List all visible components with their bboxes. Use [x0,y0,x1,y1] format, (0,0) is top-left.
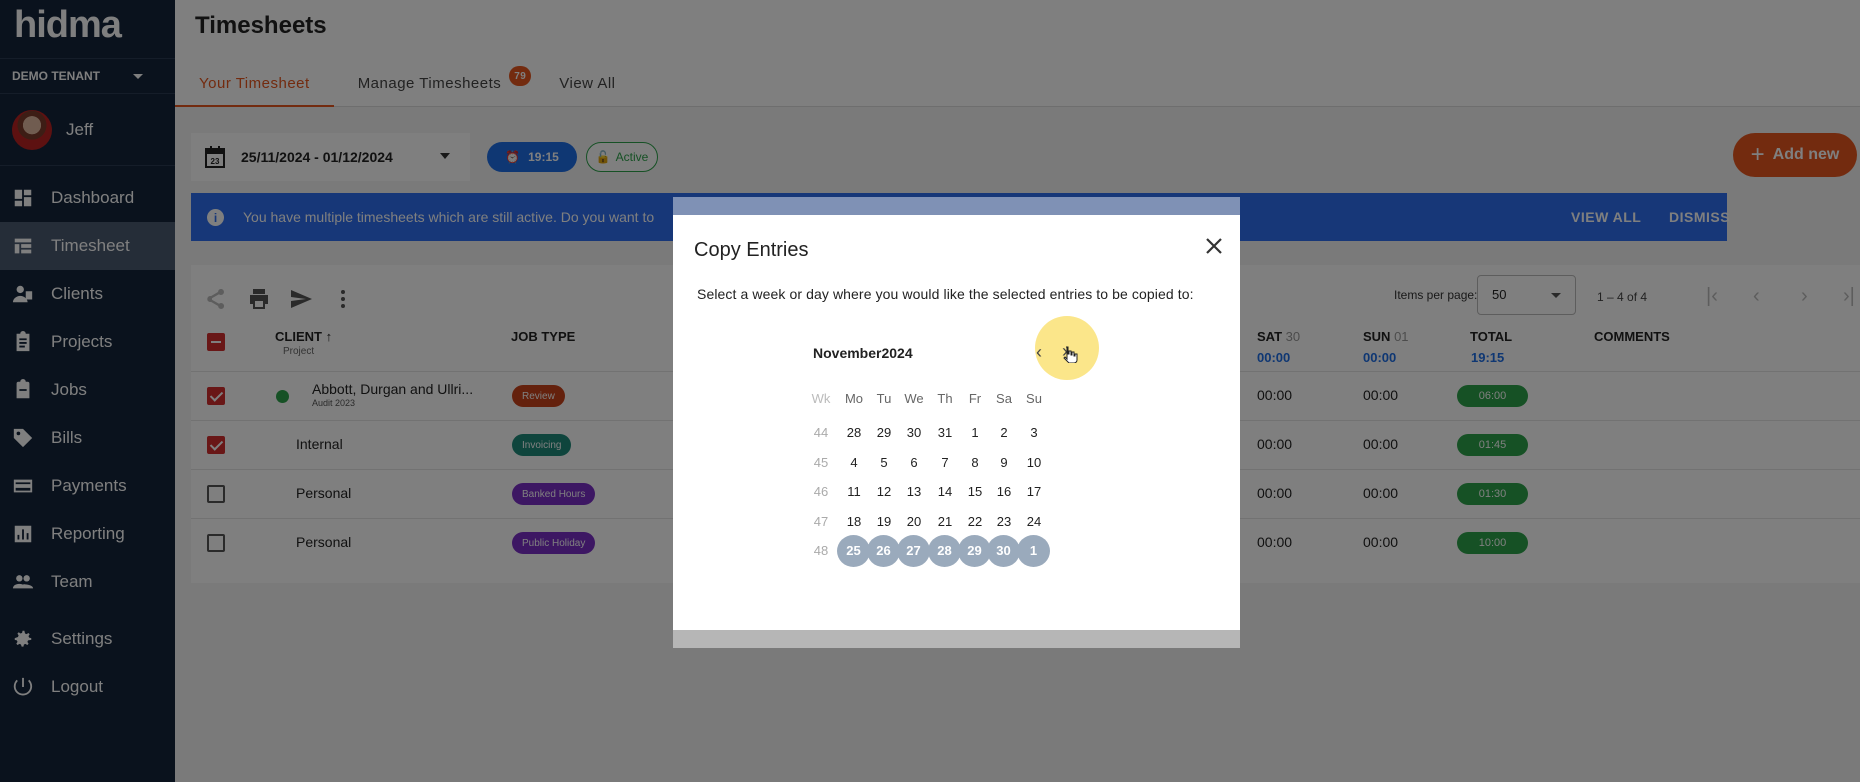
calendar-day[interactable]: 3 [1017,417,1051,449]
calendar-day[interactable]: 6 [897,447,931,479]
calendar-day[interactable]: 16 [987,476,1021,508]
calendar-day-selected[interactable]: 30 [987,535,1020,567]
calendar-day-selected[interactable]: 1 [1017,535,1050,567]
weekday-header: We [904,391,924,406]
week-number-header: Wk [811,391,831,406]
calendar-day[interactable]: 31 [928,417,962,449]
chevron-left-icon[interactable]: ‹ [1036,342,1042,363]
weekday-header: Sa [996,391,1012,406]
calendar-day-selected[interactable]: 28 [928,535,961,567]
calendar-day[interactable]: 10 [1017,447,1051,479]
week-number[interactable]: 47 [804,506,838,538]
weekday-header: Th [937,391,953,406]
calendar-day-selected[interactable]: 26 [867,535,900,567]
dialog-title: Copy Entries [694,239,809,261]
calendar-day[interactable]: 12 [867,476,901,508]
calendar-day-selected[interactable]: 27 [897,535,930,567]
calendar-day[interactable]: 17 [1017,476,1051,508]
calendar-day[interactable]: 24 [1017,506,1051,538]
calendar-day[interactable]: 13 [897,476,931,508]
week-number[interactable]: 46 [804,476,838,508]
week-number[interactable]: 44 [804,417,838,449]
week-number[interactable]: 48 [804,535,838,567]
calendar-day-selected[interactable]: 25 [837,535,870,567]
dialog-instruction: Select a week or day where you would lik… [697,286,1194,302]
calendar-day[interactable]: 18 [837,506,871,538]
calendar-day[interactable]: 21 [928,506,962,538]
hand-cursor-icon [1063,346,1078,363]
calendar-day[interactable]: 28 [837,417,871,449]
calendar-day[interactable]: 20 [897,506,931,538]
week-number[interactable]: 45 [804,447,838,479]
close-icon[interactable] [1203,235,1225,257]
weekday-header: Tu [876,391,892,406]
calendar-day[interactable]: 4 [837,447,871,479]
copy-entries-dialog: Copy Entries Select a week or day where … [673,215,1240,630]
weekday-header: Mo [844,391,864,406]
weekday-header: Su [1026,391,1042,406]
calendar-day[interactable]: 30 [897,417,931,449]
calendar-day[interactable]: 7 [928,447,962,479]
calendar-month-label[interactable]: November2024 [813,345,913,361]
calendar-day[interactable]: 29 [867,417,901,449]
calendar-day[interactable]: 19 [867,506,901,538]
calendar-day[interactable]: 9 [987,447,1021,479]
calendar-day[interactable]: 23 [987,506,1021,538]
calendar-day[interactable]: 14 [928,476,962,508]
calendar-day[interactable]: 5 [867,447,901,479]
calendar-day[interactable]: 11 [837,476,871,508]
calendar-day[interactable]: 2 [987,417,1021,449]
